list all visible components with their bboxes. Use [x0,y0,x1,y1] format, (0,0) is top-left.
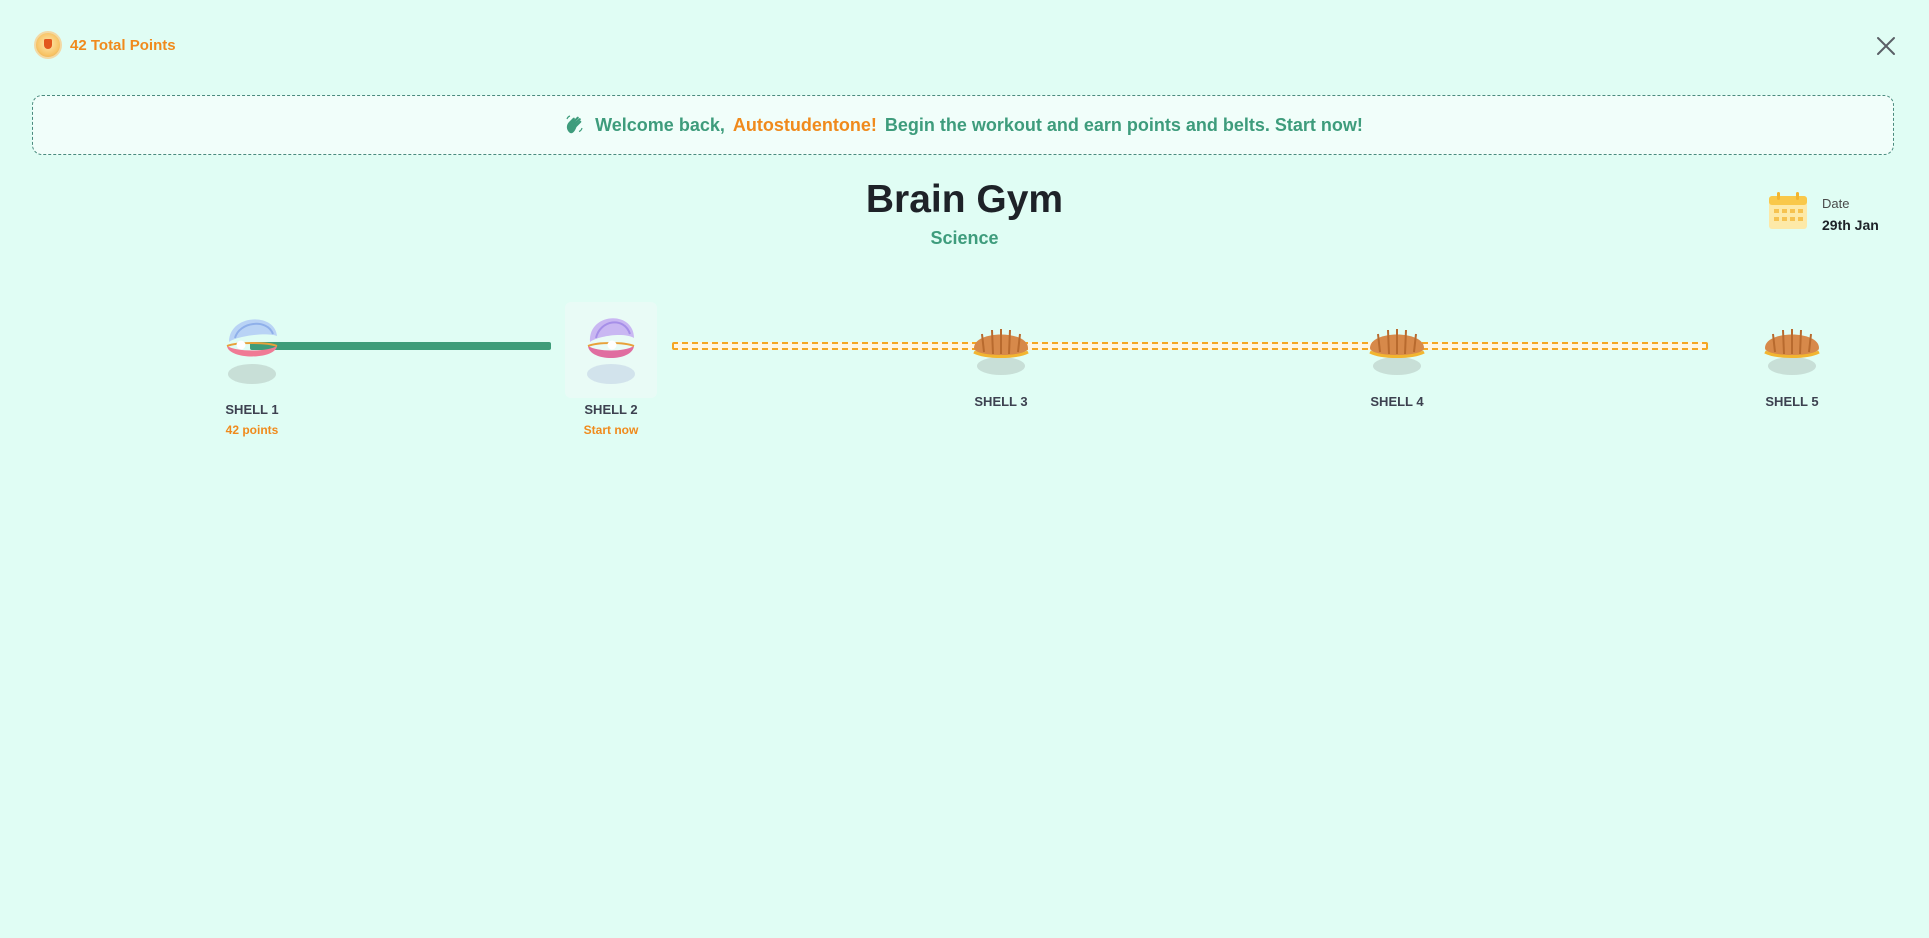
shell-stage-3[interactable]: SHELL 3 [931,318,1071,409]
medal-icon [34,31,62,59]
open-pearl-shell-icon [587,318,635,384]
shell-label: SHELL 5 [1765,394,1819,409]
banner-message: Begin the workout and earn points and be… [884,114,1363,135]
shell-label: SHELL 3 [974,394,1028,409]
waving-hand-icon [566,115,583,134]
welcome-banner: Welcome back, Autostudentone! Begin the … [32,95,1894,155]
date-label: Date [1822,196,1850,211]
shell-stage-4[interactable]: SHELL 4 [1327,318,1467,409]
closed-shell-icon [1764,329,1820,375]
shell-stage-5[interactable]: SHELL 5 [1722,318,1862,409]
total-points-indicator: 42 Total Points [34,31,176,59]
shell-label: SHELL 1 [225,402,279,417]
shell-points: 42 points [225,423,279,437]
date-display: Date 29th Jan [1768,192,1879,233]
shell-start-link[interactable]: Start now [541,423,681,437]
banner-greeting: Welcome back, [595,114,725,135]
date-value: 29th Jan [1822,217,1879,233]
banner-username: Autostudentone! [732,114,877,135]
shell-label: SHELL 4 [1370,394,1424,409]
total-points-label: 42 Total Points [70,36,176,54]
progress-track-remaining [672,342,1708,350]
close-icon [1877,37,1895,55]
closed-shell-icon [1369,329,1425,375]
open-pearl-shell-icon [226,319,278,384]
calendar-icon [1769,192,1807,229]
page-subject: Science [930,228,999,248]
shell-stage-1[interactable]: SHELL 1 42 points [182,302,322,437]
closed-shell-icon [973,329,1029,375]
close-button[interactable] [1872,32,1900,60]
page-title: Brain Gym [865,178,1064,221]
shell-stage-2[interactable]: SHELL 2 Start now [541,302,681,437]
shell-label: SHELL 2 [584,402,638,417]
